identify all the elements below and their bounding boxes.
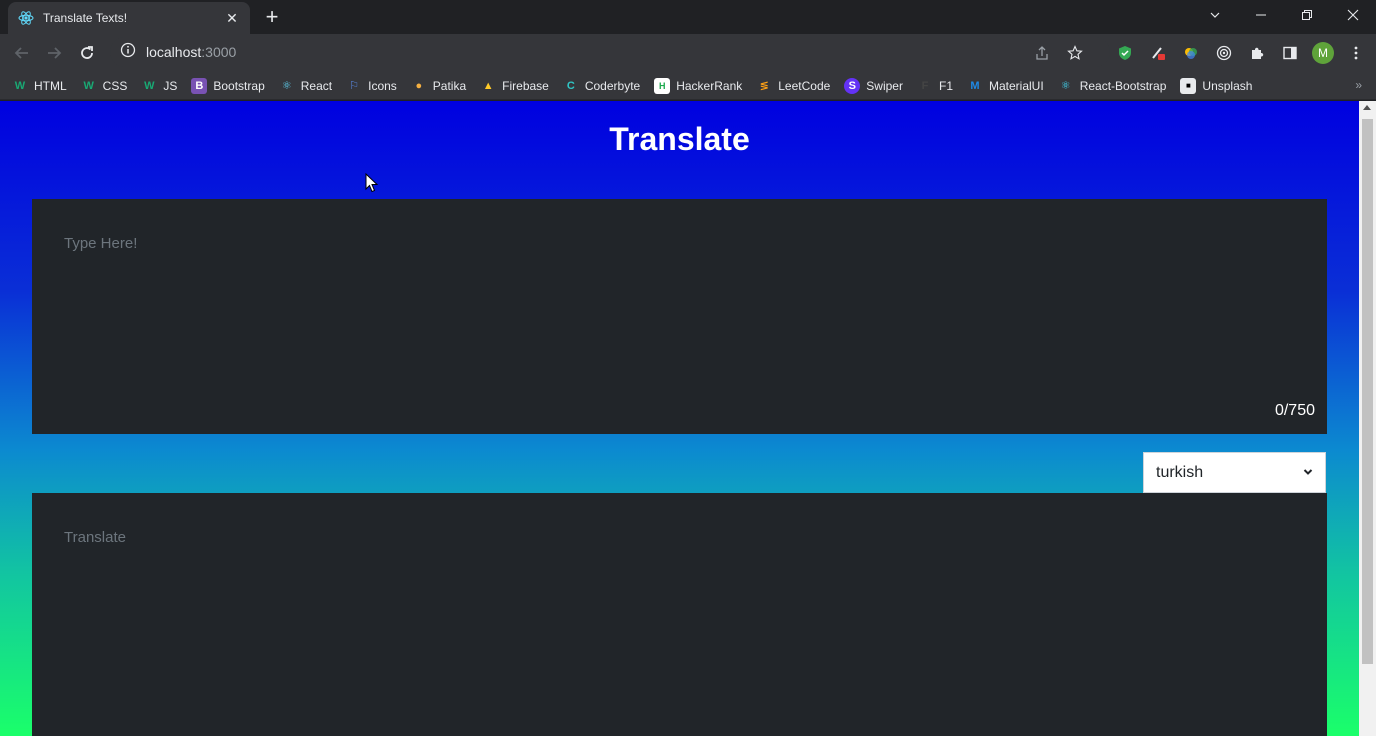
address-bar[interactable]: localhost:3000 <box>110 37 1110 67</box>
bookmark-label: React-Bootstrap <box>1079 78 1167 93</box>
extension-icons: M <box>1030 41 1368 65</box>
translation-placeholder: Translate <box>64 529 126 546</box>
bookmark-coderbyte[interactable]: C Coderbyte <box>563 78 640 94</box>
bookmark-f1[interactable]: F F1 <box>917 78 953 94</box>
color-picker-extension-icon[interactable] <box>1146 41 1170 65</box>
bookmark-label: Swiper <box>866 78 903 93</box>
shield-extension-icon[interactable] <box>1113 41 1137 65</box>
bookmark-label: HTML <box>34 78 67 93</box>
bookmark-label: Unsplash <box>1202 78 1253 93</box>
profile-initial: M <box>1312 42 1334 64</box>
bookmark-label: MaterialUI <box>989 78 1044 93</box>
scroll-up-arrow-icon[interactable] <box>1363 105 1371 110</box>
translation-output-area: Translate <box>32 493 1327 736</box>
bookmark-label: Patika <box>432 78 467 93</box>
bookmarks-bar: W HTML W CSS W JS B Bootstrap ⚛ React ⚐ Icons ● Patik… <box>0 72 1376 100</box>
colorful-extension-icon[interactable] <box>1179 41 1203 65</box>
bookmark-label: Firebase <box>502 78 549 93</box>
new-tab-button[interactable]: + <box>258 6 286 30</box>
tab-close-icon[interactable]: ✕ <box>224 10 240 27</box>
bookmarks-overflow-icon[interactable]: » <box>1355 78 1362 92</box>
bookmark-label: JS <box>163 78 178 93</box>
back-icon[interactable] <box>10 41 34 65</box>
browser-menu-icon[interactable] <box>1344 41 1368 65</box>
bookmark-label: HackerRank <box>676 78 743 93</box>
side-panel-icon[interactable] <box>1278 41 1302 65</box>
hackerrank-icon: H <box>654 77 671 94</box>
profile-avatar[interactable]: M <box>1311 41 1335 65</box>
close-window-icon[interactable] <box>1330 0 1376 30</box>
bookmark-label: Coderbyte <box>584 78 641 93</box>
bookmark-icons[interactable]: ⚐ Icons <box>346 78 397 94</box>
source-placeholder: Type Here! <box>64 235 138 252</box>
bookmark-label: Bootstrap <box>213 78 265 93</box>
character-counter: 0/750 <box>1274 402 1315 419</box>
leetcode-icon: ≶ <box>759 80 769 92</box>
bookmark-react[interactable]: ⚛ React <box>279 78 332 94</box>
react-bootstrap-icon: ⚛ <box>1060 80 1071 92</box>
tab-search-icon[interactable] <box>1192 0 1238 30</box>
f1-icon: F <box>921 79 929 92</box>
browser-tab[interactable]: Translate Texts! ✕ <box>8 2 250 34</box>
site-info-icon[interactable] <box>120 42 136 63</box>
bookmark-label: LeetCode <box>778 78 831 93</box>
puzzle-extensions-icon[interactable] <box>1245 41 1269 65</box>
bookmark-css[interactable]: W CSS <box>81 78 128 94</box>
browser-toolbar: localhost:3000 M <box>0 34 1376 72</box>
bookmark-js[interactable]: W JS <box>141 78 177 94</box>
react-favicon-icon <box>18 10 34 26</box>
bookmark-label: F1 <box>938 78 953 93</box>
bookmark-leetcode[interactable]: ≶ LeetCode <box>756 78 831 94</box>
bookmark-hackerrank[interactable]: H HackerRank <box>654 77 743 94</box>
target-extension-icon[interactable] <box>1212 41 1236 65</box>
chevron-down-icon <box>1303 464 1313 482</box>
bookmark-bootstrap[interactable]: B Bootstrap <box>191 77 265 94</box>
page-scrollbar[interactable] <box>1359 101 1376 736</box>
react-icon: ⚛ <box>281 80 292 92</box>
url-port: :3000 <box>201 44 237 60</box>
source-text-area[interactable]: Type Here! 0/750 <box>32 199 1327 434</box>
browser-tab-bar: Translate Texts! ✕ + <box>0 0 1376 34</box>
reload-icon[interactable] <box>75 41 99 65</box>
mui-icon: M <box>970 79 980 92</box>
bookmark-star-icon[interactable] <box>1063 41 1087 65</box>
bookmark-swiper[interactable]: S Swiper <box>844 77 903 94</box>
restore-icon[interactable] <box>1284 0 1330 30</box>
minimize-icon[interactable] <box>1238 0 1284 30</box>
unsplash-icon: ■ <box>1180 77 1197 94</box>
patika-icon: ● <box>415 79 423 92</box>
scrollbar-thumb[interactable] <box>1362 119 1373 664</box>
bookmark-patika[interactable]: ● Patika <box>411 78 466 94</box>
flag-icon: ⚐ <box>349 80 360 92</box>
page-title: Translate <box>609 121 750 157</box>
w-icon: W <box>83 79 94 92</box>
bookmark-label: React <box>300 78 333 93</box>
coderbyte-icon: C <box>566 79 575 92</box>
w-icon: W <box>14 79 26 92</box>
w-icon: W <box>144 79 155 92</box>
share-icon[interactable] <box>1030 41 1054 65</box>
bookmark-label: Icons <box>368 78 397 93</box>
forward-icon[interactable] <box>42 41 66 65</box>
swiper-icon: S <box>844 77 861 94</box>
page-viewport: Translate Type Here! 0/750 turkish Trans… <box>0 101 1359 736</box>
bookmark-materialui[interactable]: M MaterialUI <box>967 78 1044 94</box>
bootstrap-icon: B <box>191 77 208 94</box>
selected-language: turkish <box>1156 463 1204 481</box>
bookmark-html[interactable]: W HTML <box>12 78 67 94</box>
tab-title: Translate Texts! <box>43 11 128 25</box>
bookmark-react-bootstrap[interactable]: ⚛ React-Bootstrap <box>1058 78 1167 94</box>
bookmark-unsplash[interactable]: ■ Unsplash <box>1180 77 1253 94</box>
url-host: localhost <box>146 44 202 60</box>
target-language-select[interactable]: turkish <box>1143 452 1326 493</box>
bookmark-firebase[interactable]: ▲ Firebase <box>480 78 549 94</box>
bookmark-label: CSS <box>102 78 128 93</box>
window-controls <box>1192 0 1376 30</box>
firebase-icon: ▲ <box>482 79 494 92</box>
